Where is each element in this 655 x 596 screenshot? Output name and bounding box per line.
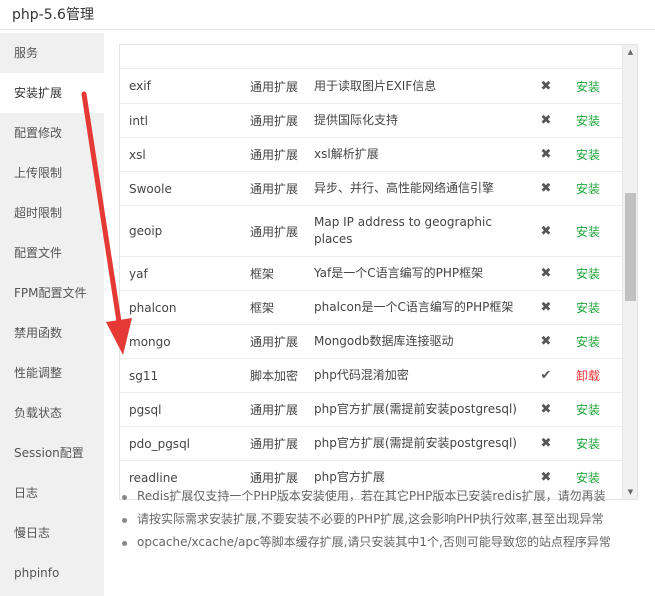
table-scrollbar[interactable]: ▲ ▼ bbox=[622, 45, 637, 499]
extension-name: pdo_pgsql bbox=[129, 436, 191, 451]
sidebar-item[interactable]: Session配置 bbox=[0, 433, 104, 473]
cross-icon: ✖ bbox=[540, 78, 552, 94]
extension-type: 脚本加密 bbox=[250, 369, 299, 383]
extension-description: php官方扩展(需提前安装postgresql) bbox=[314, 402, 517, 416]
extension-type: 通用扩展 bbox=[250, 182, 299, 196]
cross-icon: ✖ bbox=[540, 266, 552, 281]
extension-description: 用于读取图片EXIF信息 bbox=[314, 78, 437, 93]
extension-description: php官方扩展(需提前安装postgresql) bbox=[314, 436, 517, 450]
cross-icon: ✖ bbox=[540, 436, 552, 451]
cross-icon: ✖ bbox=[540, 334, 552, 349]
check-icon: ✔ bbox=[540, 368, 552, 383]
extension-type: 通用扩展 bbox=[250, 437, 299, 451]
cross-icon: ✖ bbox=[540, 147, 552, 162]
sidebar-item[interactable]: 慢日志 bbox=[0, 513, 104, 553]
title-bar: php-5.6管理 bbox=[0, 0, 655, 30]
extension-type: 通用扩展 bbox=[250, 403, 299, 417]
sidebar-item[interactable]: 禁用函数 bbox=[0, 313, 104, 353]
extension-name: geoip bbox=[129, 224, 163, 238]
sidebar-item[interactable]: FPM配置文件 bbox=[0, 273, 104, 313]
sidebar-item[interactable]: 日志 bbox=[0, 473, 104, 513]
cross-icon: ✖ bbox=[540, 181, 552, 196]
install-button[interactable]: 安装 bbox=[576, 265, 600, 282]
install-button[interactable]: 安装 bbox=[576, 333, 600, 350]
window-title: php-5.6管理 bbox=[12, 7, 94, 23]
sidebar-item[interactable]: 服务 bbox=[0, 33, 104, 73]
table-row: xsl 通用扩展 xsl解析扩展 ✖ 安装 bbox=[120, 137, 623, 171]
scroll-thumb[interactable] bbox=[625, 193, 636, 301]
install-button[interactable]: 安装 bbox=[576, 180, 600, 197]
extension-rows: exif 通用扩展 用于读取图片EXIF信息 ✖ 安装 intl 通用扩展 提供国际化支持 ✖ 安… bbox=[120, 45, 623, 494]
install-button[interactable]: 安装 bbox=[576, 146, 600, 163]
install-button[interactable]: 安装 bbox=[576, 112, 600, 129]
extension-description bbox=[314, 45, 534, 68]
extension-type bbox=[250, 45, 314, 68]
install-button[interactable]: 安装 bbox=[576, 78, 600, 95]
table-row: geoip 通用扩展 Map IP address to geographic pl… bbox=[120, 205, 623, 256]
extension-type: 框架 bbox=[250, 301, 275, 315]
install-button[interactable]: 安装 bbox=[576, 435, 600, 452]
install-button[interactable]: 安装 bbox=[576, 469, 600, 486]
extension-description: xsl解析扩展 bbox=[314, 147, 379, 161]
table-row bbox=[120, 45, 623, 68]
extension-name: mongo bbox=[129, 334, 171, 349]
note-item: Redis扩展仅支持一个PHP版本安装使用，若在其它PHP版本已安装redis扩… bbox=[119, 485, 639, 508]
cross-icon: ✖ bbox=[540, 223, 552, 239]
extension-name: sg11 bbox=[129, 368, 159, 383]
cross-icon: ✖ bbox=[540, 402, 552, 417]
cross-icon bbox=[536, 45, 556, 68]
extension-description: 异步、并行、高性能网络通信引擎 bbox=[314, 181, 495, 195]
extension-type: 通用扩展 bbox=[250, 79, 299, 94]
uninstall-button[interactable]: 卸载 bbox=[576, 367, 600, 384]
extension-description: Yaf是一个C语言编写的PHP框架 bbox=[314, 266, 484, 280]
note-item: opcache/xcache/apc等脚本缓存扩展,请只安装其中1个,否则可能导… bbox=[119, 531, 639, 554]
table-row: sg11 脚本加密 php代码混淆加密 ✔ 卸载 bbox=[120, 358, 623, 392]
extension-type: 通用扩展 bbox=[250, 148, 299, 162]
table-row: exif 通用扩展 用于读取图片EXIF信息 ✖ 安装 bbox=[120, 68, 623, 103]
sidebar-item[interactable]: 性能调整 bbox=[0, 353, 104, 393]
scroll-up-arrow-icon[interactable]: ▲ bbox=[623, 45, 637, 59]
table-row: yaf 框架 Yaf是一个C语言编写的PHP框架 ✖ 安装 bbox=[120, 256, 623, 290]
cross-icon: ✖ bbox=[540, 113, 552, 128]
extension-type: 通用扩展 bbox=[250, 224, 299, 239]
extension-description: php代码混淆加密 bbox=[314, 368, 409, 382]
extension-type: 通用扩展 bbox=[250, 335, 299, 349]
main-content: exif 通用扩展 用于读取图片EXIF信息 ✖ 安装 intl 通用扩展 提供国际化支持 ✖ 安… bbox=[104, 33, 655, 596]
notes-list: Redis扩展仅支持一个PHP版本安装使用，若在其它PHP版本已安装redis扩… bbox=[119, 485, 639, 554]
install-button[interactable]: 安装 bbox=[576, 223, 600, 240]
sidebar-item[interactable]: phpinfo bbox=[0, 553, 104, 593]
extension-name: yaf bbox=[129, 266, 148, 281]
extension-name: exif bbox=[129, 79, 151, 93]
extension-name: Swoole bbox=[129, 181, 172, 196]
extension-description: Mongodb数据库连接驱动 bbox=[314, 334, 454, 348]
table-row: pgsql 通用扩展 php官方扩展(需提前安装postgresql) ✖ 安装 bbox=[120, 392, 623, 426]
extension-description: 提供国际化支持 bbox=[314, 113, 399, 127]
install-button[interactable]: 安装 bbox=[576, 299, 600, 316]
extension-name: intl bbox=[129, 113, 148, 128]
extension-name bbox=[129, 45, 249, 68]
sidebar-item[interactable]: 上传限制 bbox=[0, 153, 104, 193]
sidebar-item[interactable]: 负载状态 bbox=[0, 393, 104, 433]
extension-table: exif 通用扩展 用于读取图片EXIF信息 ✖ 安装 intl 通用扩展 提供国际化支持 ✖ 安… bbox=[119, 44, 638, 500]
cross-icon: ✖ bbox=[540, 300, 552, 315]
extension-name: pgsql bbox=[129, 402, 162, 417]
extension-type: 通用扩展 bbox=[250, 114, 299, 128]
sidebar-item[interactable]: 安装扩展 bbox=[0, 73, 104, 113]
sidebar-item[interactable]: 配置文件 bbox=[0, 233, 104, 273]
table-row: phalcon 框架 phalcon是一个C语言编写的PHP框架 ✖ 安装 bbox=[120, 290, 623, 324]
extension-description: Map IP address to geographic places bbox=[314, 215, 492, 246]
sidebar-item[interactable]: 配置修改 bbox=[0, 113, 104, 153]
table-row: intl 通用扩展 提供国际化支持 ✖ 安装 bbox=[120, 103, 623, 137]
install-button[interactable]: 安装 bbox=[576, 401, 600, 418]
table-row: pdo_pgsql 通用扩展 php官方扩展(需提前安装postgresql) ✖ 安装 bbox=[120, 426, 623, 460]
note-item: 请按实际需求安装扩展,不要安装不必要的PHP扩展,这会影响PHP执行效率,甚至出… bbox=[119, 508, 639, 531]
sidebar: 服务 安装扩展 配置修改 上传限制 超时限制 配置文件 FPM配置文件 禁用函数 性能调整 负载状… bbox=[0, 33, 104, 596]
sidebar-item[interactable]: 超时限制 bbox=[0, 193, 104, 233]
extension-type: 框架 bbox=[250, 267, 275, 281]
extension-description: phalcon是一个C语言编写的PHP框架 bbox=[314, 300, 514, 314]
extension-name: phalcon bbox=[129, 300, 177, 315]
table-row: Swoole 通用扩展 异步、并行、高性能网络通信引擎 ✖ 安装 bbox=[120, 171, 623, 205]
table-row: mongo 通用扩展 Mongodb数据库连接驱动 ✖ 安装 bbox=[120, 324, 623, 358]
extension-name: xsl bbox=[129, 147, 146, 162]
